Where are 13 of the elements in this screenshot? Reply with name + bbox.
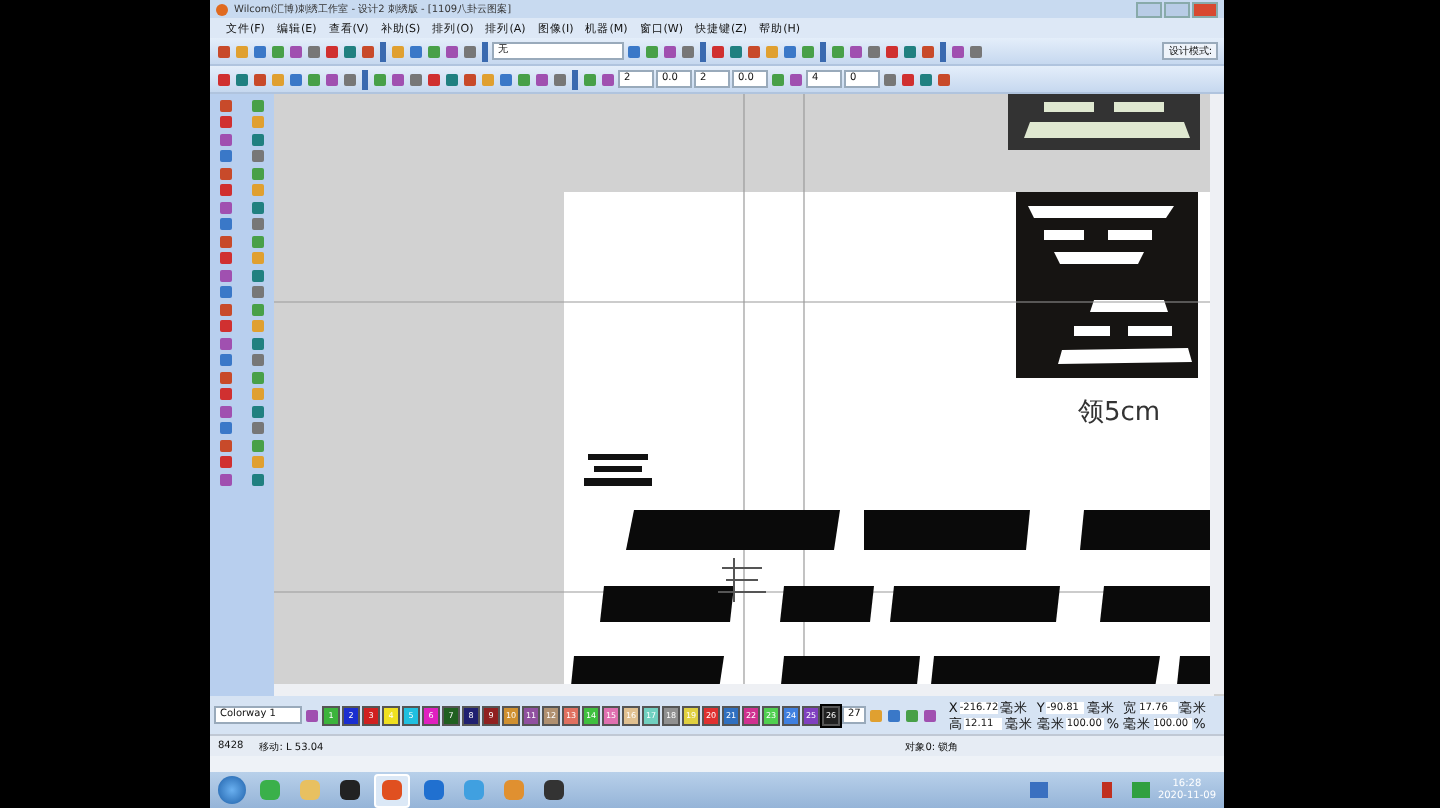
toolbar-icon[interactable] xyxy=(304,706,320,724)
canvas-label: 领5cm xyxy=(1078,396,1161,430)
app-logo-icon xyxy=(216,3,228,15)
minimize-button[interactable] xyxy=(1136,1,1162,17)
horizontal-scrollbar[interactable] xyxy=(274,684,1214,696)
taskbar-app-icon[interactable] xyxy=(334,775,366,805)
start-button[interactable] xyxy=(218,776,246,804)
vertical-scrollbar[interactable] xyxy=(1210,94,1224,694)
taskbar-app-icon[interactable] xyxy=(538,775,570,805)
maximize-button[interactable] xyxy=(1164,1,1190,17)
cursor-icon xyxy=(717,557,767,603)
close-button[interactable] xyxy=(1192,1,1218,17)
small-pattern-icon xyxy=(584,454,652,486)
